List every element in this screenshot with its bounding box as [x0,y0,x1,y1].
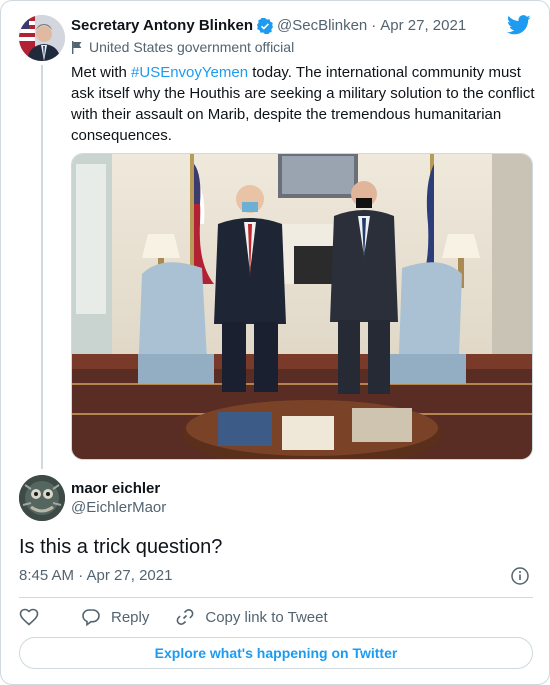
government-label: United States government official [71,39,294,55]
tweet-photo[interactable] [71,153,533,460]
action-bar: Reply Copy link to Tweet [19,607,354,627]
tweet-text: Is this a trick question? [19,536,223,558]
label-text: United States government official [89,39,295,55]
quoted-tweet-text: Met with #USEnvoyYemen today. The intern… [71,62,537,146]
hashtag-link[interactable]: #USEnvoyYemen [131,64,248,81]
reply-icon [82,609,100,627]
twitter-bird-icon[interactable] [507,15,531,35]
copy-link-label: Copy link to Tweet [205,608,328,626]
avatar[interactable] [19,475,65,521]
info-icon[interactable] [511,567,529,585]
separator: · [371,17,377,34]
author-name[interactable]: Secretary Antony Blinken [71,17,253,34]
like-button[interactable] [19,607,49,627]
reply-button[interactable]: Reply [81,607,149,627]
copy-link-button[interactable]: Copy link to Tweet [175,607,328,627]
avatar[interactable] [19,15,65,61]
photo-image [72,154,532,459]
explore-twitter-button[interactable]: Explore what's happening on Twitter [19,637,533,669]
heart-icon [19,608,39,626]
verified-badge-icon [257,17,273,34]
quoted-tweet-header: Secretary Antony Blinken @SecBlinken · A… [71,17,466,34]
flag-icon [72,40,82,54]
author-handle[interactable]: @EichlerMaor [71,499,166,516]
author-name[interactable]: maor eichler [71,480,160,497]
reply-label: Reply [111,608,150,626]
link-icon [176,608,194,626]
tweet-timestamp[interactable]: 8:45 AM · Apr 27, 2021 [19,567,172,584]
tweet-text-part: Met with [71,64,132,81]
tweet-embed-card: Secretary Antony Blinken @SecBlinken · A… [0,0,550,685]
tweet-date[interactable]: Apr 27, 2021 [380,17,466,34]
divider [19,597,533,598]
thread-connector [41,65,43,469]
author-handle[interactable]: @SecBlinken [277,17,367,34]
